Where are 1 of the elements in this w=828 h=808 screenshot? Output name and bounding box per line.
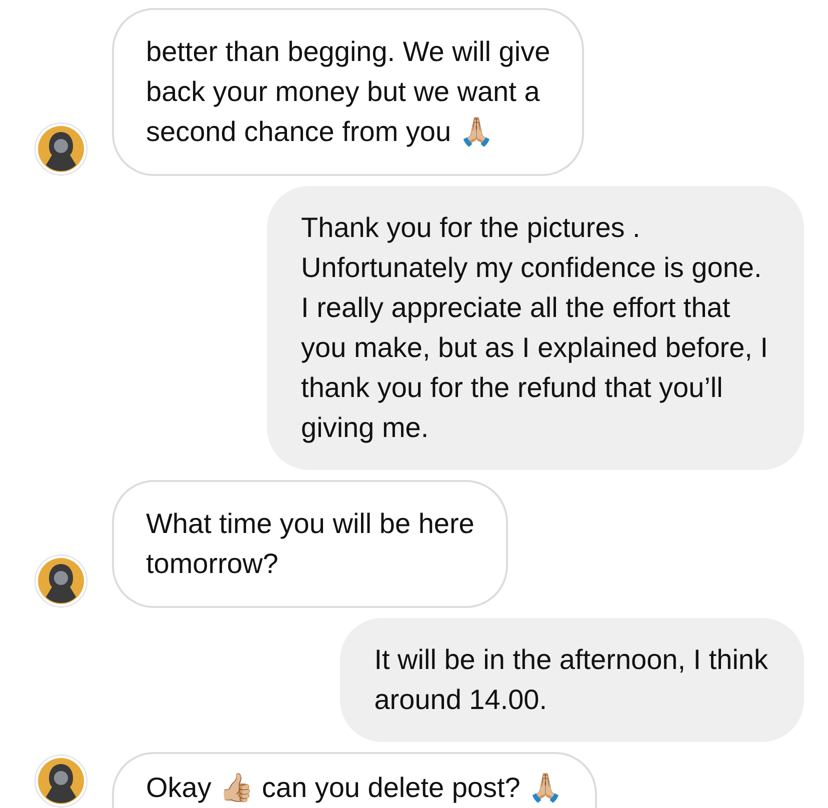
avatar-icon [34,754,88,808]
